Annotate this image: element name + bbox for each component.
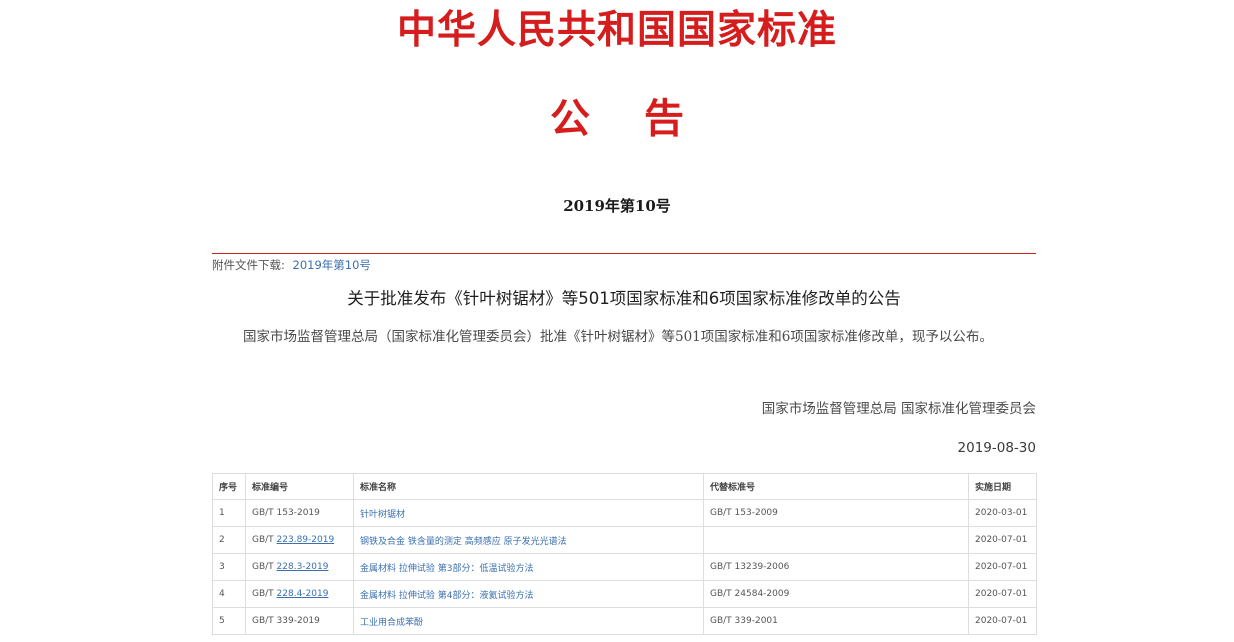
cell-replaced-standard: GB/T 24584-2009 [703,580,969,608]
cell-standard-code: GB/T 228.4-2019 [245,580,354,608]
red-divider [212,253,1036,254]
code-prefix: GB/T [252,562,277,572]
issue-date: 2019-08-30 [957,440,1036,456]
code-prefix: GB/T [252,589,277,599]
cell-effective-date: 2020-07-01 [968,526,1037,554]
cell-serial: 5 [212,607,246,635]
cell-serial: 2 [212,526,246,554]
cell-replaced-standard: GB/T 153-2009 [703,499,969,527]
cell-standard-code: GB/T 339-2019 [245,607,354,635]
cell-standard-code: GB/T 228.3-2019 [245,553,354,581]
code-prefix: GB/T [252,508,277,518]
announcement-page: 中华人民共和国国家标准 公告 2019年第10号 附件文件下载: 2019年第1… [0,0,1234,642]
table-row: 3 GB/T 228.3-2019 金属材料 拉伸试验 第3部分：低温试验方法 … [212,553,1037,581]
cell-standard-name[interactable]: 工业用合成苯酚 [353,607,704,635]
notice-body: 国家市场监督管理总局（国家标准化管理委员会）批准《针叶树锯材》等501项国家标准… [243,329,993,345]
document-number: 2019年第10号 [563,197,671,215]
standards-table: 序号 标准编号 标准名称 代替标准号 实施日期 1 GB/T 153-2019 … [212,473,1037,635]
code-link[interactable]: 228.4-2019 [277,589,329,599]
table-row: 1 GB/T 153-2019 针叶树锯材 GB/T 153-2009 2020… [212,499,1037,527]
cell-serial: 1 [212,499,246,527]
cell-standard-name[interactable]: 金属材料 拉伸试验 第3部分：低温试验方法 [353,553,704,581]
main-title: 中华人民共和国国家标准 [396,7,837,53]
header-standard-name: 标准名称 [353,473,704,500]
cell-standard-name[interactable]: 针叶树锯材 [353,499,704,527]
cell-replaced-standard: GB/T 339-2001 [703,607,969,635]
header-effective-date: 实施日期 [968,473,1037,500]
cell-standard-name[interactable]: 金属材料 拉伸试验 第4部分：液氦试验方法 [353,580,704,608]
issuing-authority: 国家市场监督管理总局 国家标准化管理委员会 [761,401,1036,417]
code-prefix: GB/T [252,616,277,626]
code-prefix: GB/T [252,535,277,545]
cell-effective-date: 2020-03-01 [968,499,1037,527]
cell-effective-date: 2020-07-01 [968,607,1037,635]
code-link[interactable]: 228.3-2019 [277,562,329,572]
cell-replaced-standard: GB/T 13239-2006 [703,553,969,581]
header-replaced-standard: 代替标准号 [703,473,969,500]
cell-serial: 3 [212,553,246,581]
table-row: 2 GB/T 223.89-2019 钢铁及合金 铁含量的测定 高频感应 原子发… [212,526,1037,554]
cell-standard-code: GB/T 223.89-2019 [245,526,354,554]
announcement-heading: 公告 [550,95,738,142]
cell-effective-date: 2020-07-01 [968,553,1037,581]
attachment-label: 附件文件下载: [212,258,285,272]
cell-effective-date: 2020-07-01 [968,580,1037,608]
notice-title: 关于批准发布《针叶树锯材》等501项国家标准和6项国家标准修改单的公告 [347,289,901,308]
header-serial: 序号 [212,473,246,500]
cell-replaced-standard [703,526,969,554]
table-row: 5 GB/T 339-2019 工业用合成苯酚 GB/T 339-2001 20… [212,607,1037,635]
code-number: 339-2019 [276,616,320,626]
table-row: 4 GB/T 228.4-2019 金属材料 拉伸试验 第4部分：液氦试验方法 … [212,580,1037,608]
header-standard-code: 标准编号 [245,473,354,500]
cell-standard-code: GB/T 153-2019 [245,499,354,527]
code-number: 153-2019 [276,508,320,518]
cell-serial: 4 [212,580,246,608]
code-link[interactable]: 223.89-2019 [277,535,335,545]
attachment-download: 附件文件下载: 2019年第10号 [212,257,371,273]
table-header-row: 序号 标准编号 标准名称 代替标准号 实施日期 [212,473,1037,500]
attachment-link[interactable]: 2019年第10号 [293,258,371,272]
cell-standard-name[interactable]: 钢铁及合金 铁含量的测定 高频感应 原子发光光谱法 [353,526,704,554]
